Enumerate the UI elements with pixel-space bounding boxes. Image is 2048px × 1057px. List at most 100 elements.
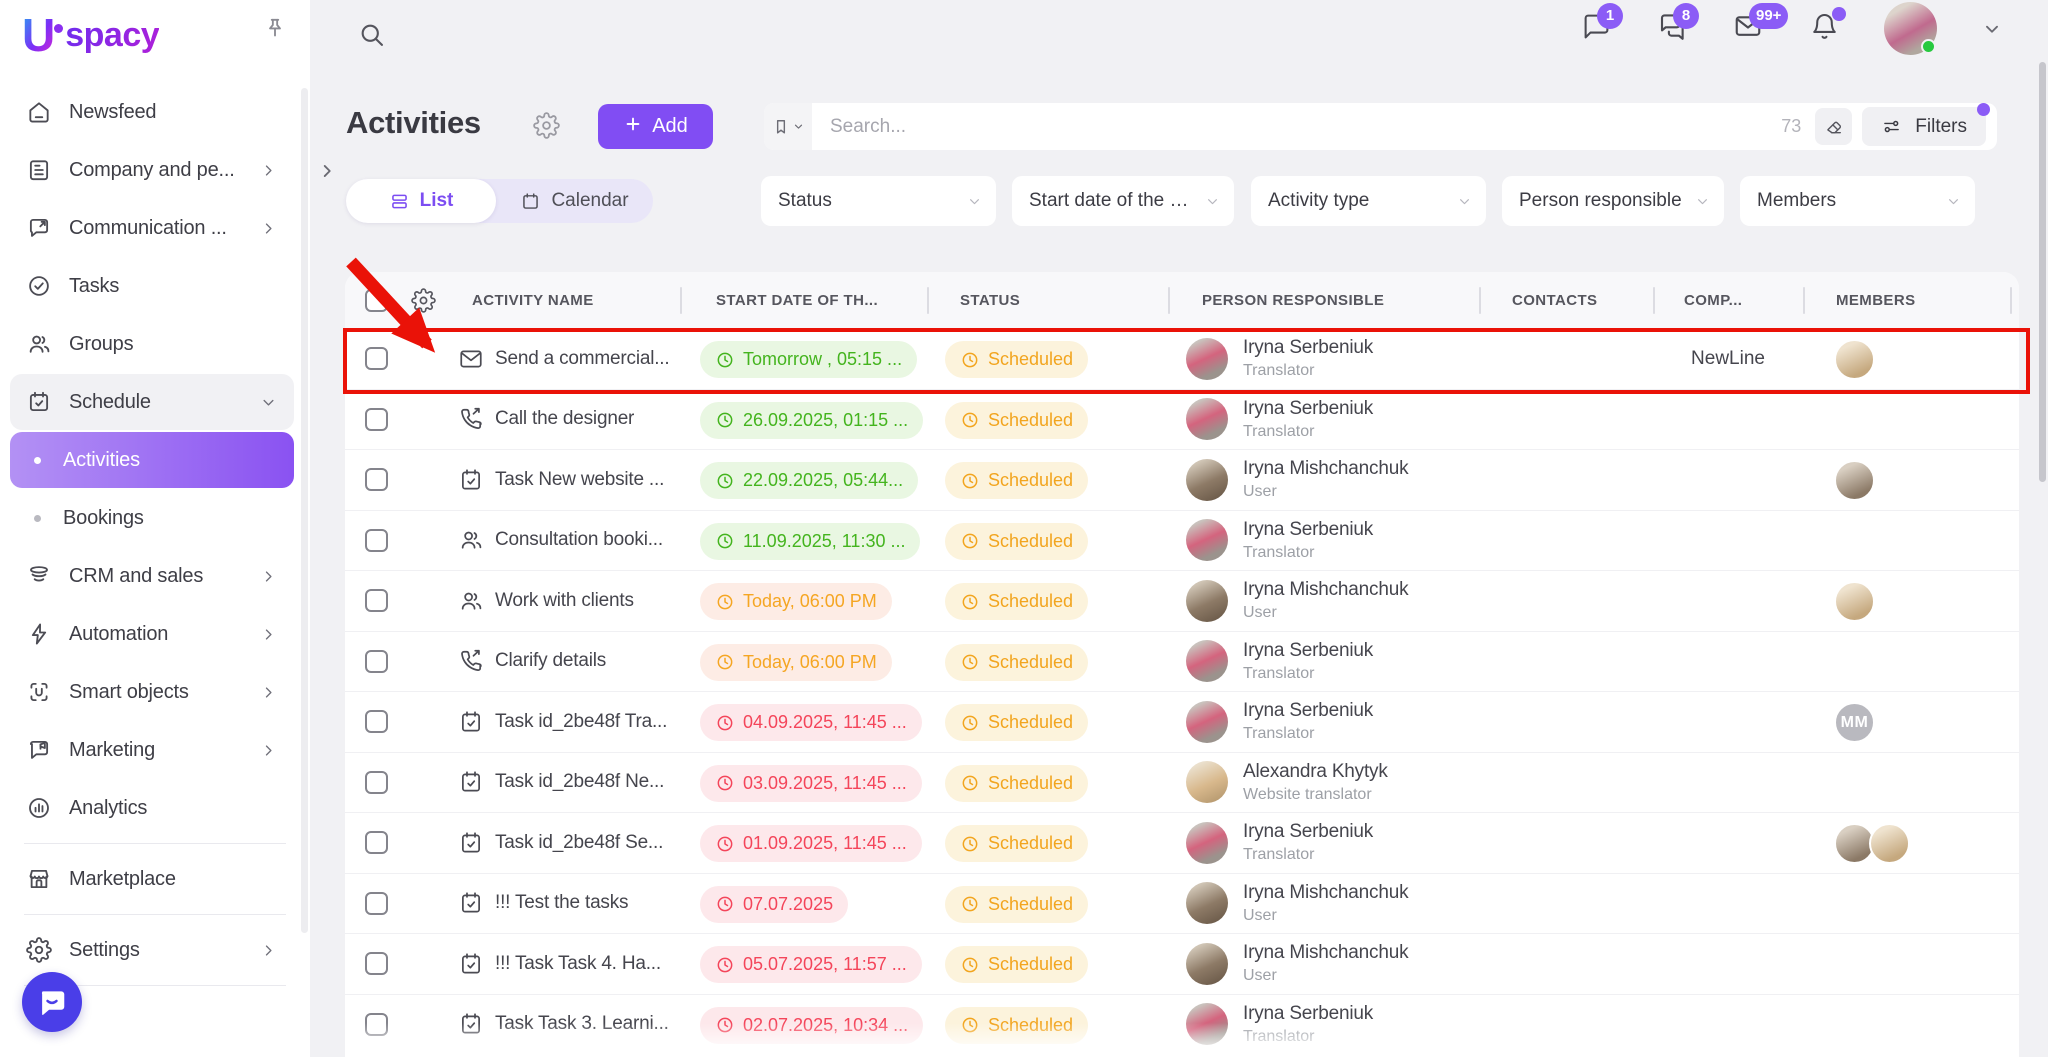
column-divider[interactable] xyxy=(1168,287,1170,314)
activity-name[interactable]: Consultation booki... xyxy=(495,529,663,551)
sidebar-item-settings[interactable]: Settings xyxy=(10,922,294,978)
sidebar-item-groups[interactable]: Groups xyxy=(10,316,294,372)
person-name[interactable]: Iryna Mishchanchuk xyxy=(1243,579,1408,601)
column-header-person[interactable]: PERSON RESPONSIBLE xyxy=(1202,272,1384,329)
column-header-status[interactable]: STATUS xyxy=(960,272,1020,329)
table-row-task-task-3-learni[interactable]: Task Task 3. Learni...02.07.2025, 10:34 … xyxy=(345,995,2019,1056)
select-all-checkbox[interactable] xyxy=(365,289,388,312)
column-header-company[interactable]: COMP... xyxy=(1684,272,1742,329)
person-name[interactable]: Iryna Serbeniuk xyxy=(1243,821,1373,843)
person-name[interactable]: Iryna Mishchanchuk xyxy=(1243,458,1408,480)
table-row-task-id-2be48f-ne[interactable]: Task id_2be48f Ne...03.09.2025, 11:45 ..… xyxy=(345,753,2019,814)
table-settings-gear-icon[interactable] xyxy=(411,288,436,318)
activity-name[interactable]: Task id_2be48f Tra... xyxy=(495,711,667,733)
saved-search-bookmark-icon[interactable] xyxy=(764,103,812,150)
sidebar-item-tasks[interactable]: Tasks xyxy=(10,258,294,314)
page-settings-gear-icon[interactable] xyxy=(533,112,560,144)
row-checkbox[interactable] xyxy=(365,892,388,915)
activity-name[interactable]: Task Task 3. Learni... xyxy=(495,1013,669,1035)
tab-list-view[interactable]: List xyxy=(346,179,496,223)
sidebar-item-activities[interactable]: Activities xyxy=(10,432,294,488)
column-divider[interactable] xyxy=(1479,287,1481,314)
activity-name[interactable]: Task id_2be48f Se... xyxy=(495,832,663,854)
row-checkbox[interactable] xyxy=(365,831,388,854)
row-checkbox[interactable] xyxy=(365,589,388,612)
group-chat-icon[interactable]: 8 xyxy=(1656,13,1688,45)
row-checkbox[interactable] xyxy=(365,529,388,552)
activity-name[interactable]: Call the designer xyxy=(495,408,634,430)
person-name[interactable]: Iryna Serbeniuk xyxy=(1243,1003,1373,1025)
mail-icon[interactable]: 99+ xyxy=(1732,13,1764,45)
search-icon[interactable] xyxy=(358,21,386,54)
sidebar-item-crm-and-sales[interactable]: CRM and sales xyxy=(10,548,294,604)
filter-dropdown-status[interactable]: Status xyxy=(761,176,996,226)
sidebar-expand-icon[interactable] xyxy=(316,160,338,187)
sidebar-item-automation[interactable]: Automation xyxy=(10,606,294,662)
person-name[interactable]: Iryna Serbeniuk xyxy=(1243,640,1373,662)
table-row-consultation-booki[interactable]: Consultation booki...11.09.2025, 11:30 .… xyxy=(345,511,2019,572)
row-checkbox[interactable] xyxy=(365,952,388,975)
tab-calendar-view[interactable]: Calendar xyxy=(496,179,653,223)
filter-dropdown-person-responsible[interactable]: Person responsible xyxy=(1502,176,1724,226)
add-button[interactable]: Add xyxy=(598,104,713,149)
column-divider[interactable] xyxy=(2010,287,2012,314)
support-chat-fab[interactable] xyxy=(22,972,82,1032)
column-header-members[interactable]: MEMBERS xyxy=(1836,272,1915,329)
person-name[interactable]: Iryna Serbeniuk xyxy=(1243,519,1373,541)
table-row-test-the-tasks[interactable]: !!! Test the tasks07.07.2025ScheduledIry… xyxy=(345,874,2019,935)
bell-icon[interactable] xyxy=(1808,13,1840,45)
person-name[interactable]: Iryna Mishchanchuk xyxy=(1243,882,1408,904)
sidebar-item-marketplace[interactable]: Marketplace xyxy=(10,851,294,907)
activity-name[interactable]: !!! Test the tasks xyxy=(495,892,628,914)
column-header-contacts[interactable]: CONTACTS xyxy=(1512,272,1597,329)
pin-sidebar-icon[interactable] xyxy=(262,16,288,47)
row-checkbox[interactable] xyxy=(365,771,388,794)
table-row-task-task-4-ha[interactable]: !!! Task Task 4. Ha...05.07.2025, 11:57 … xyxy=(345,934,2019,995)
column-divider[interactable] xyxy=(1803,287,1805,314)
company-cell[interactable]: NewLine xyxy=(1653,329,1803,389)
filter-dropdown-members[interactable]: Members xyxy=(1740,176,1975,226)
table-row-task-id-2be48f-se[interactable]: Task id_2be48f Se...01.09.2025, 11:45 ..… xyxy=(345,813,2019,874)
column-header-activity[interactable]: ACTIVITY NAME xyxy=(472,272,594,329)
row-checkbox[interactable] xyxy=(365,650,388,673)
sidebar-item-bookings[interactable]: Bookings xyxy=(10,490,294,546)
row-checkbox[interactable] xyxy=(365,468,388,491)
activity-name[interactable]: Work with clients xyxy=(495,590,634,612)
clear-search-eraser-icon[interactable] xyxy=(1815,108,1852,145)
activity-name[interactable]: Task id_2be48f Ne... xyxy=(495,771,664,793)
table-row-send-a-commercial[interactable]: Send a commercial...Tomorrow , 05:15 ...… xyxy=(345,329,2019,390)
table-row-task-id-2be48f-tra[interactable]: Task id_2be48f Tra...04.09.2025, 11:45 .… xyxy=(345,692,2019,753)
filter-dropdown-activity-type[interactable]: Activity type xyxy=(1251,176,1486,226)
person-name[interactable]: Iryna Mishchanchuk xyxy=(1243,942,1408,964)
column-divider[interactable] xyxy=(1653,287,1655,314)
sidebar-scrollbar[interactable] xyxy=(301,88,308,933)
sidebar-item-company-and-pe[interactable]: Company and pe... xyxy=(10,142,294,198)
row-checkbox[interactable] xyxy=(365,1013,388,1036)
filter-dropdown-start-date-of-the-eve[interactable]: Start date of the eve... xyxy=(1012,176,1234,226)
page-scrollbar[interactable] xyxy=(2039,62,2046,482)
sidebar-item-marketing[interactable]: Marketing xyxy=(10,722,294,778)
row-checkbox[interactable] xyxy=(365,347,388,370)
brand-logo[interactable]: Uspacy xyxy=(22,10,292,60)
person-name[interactable]: Iryna Serbeniuk xyxy=(1243,398,1373,420)
table-row-call-the-designer[interactable]: Call the designer26.09.2025, 01:15 ...Sc… xyxy=(345,390,2019,451)
sidebar-item-analytics[interactable]: Analytics xyxy=(10,780,294,836)
activity-name[interactable]: !!! Task Task 4. Ha... xyxy=(495,953,661,975)
filters-button[interactable]: Filters xyxy=(1862,107,1986,146)
person-name[interactable]: Iryna Serbeniuk xyxy=(1243,700,1373,722)
sidebar-item-newsfeed[interactable]: Newsfeed xyxy=(10,84,294,140)
column-divider[interactable] xyxy=(927,287,929,314)
person-name[interactable]: Alexandra Khytyk xyxy=(1243,761,1388,783)
column-header-start-date[interactable]: START DATE OF TH... xyxy=(716,272,878,329)
row-checkbox[interactable] xyxy=(365,710,388,733)
activity-name[interactable]: Clarify details xyxy=(495,650,606,672)
person-name[interactable]: Iryna Serbeniuk xyxy=(1243,337,1373,359)
activity-name[interactable]: Send a commercial... xyxy=(495,348,669,370)
profile-chevron-down-icon[interactable] xyxy=(1981,18,2003,40)
user-avatar[interactable] xyxy=(1884,2,1937,55)
sidebar-item-communication[interactable]: Communication ... xyxy=(10,200,294,256)
table-row-clarify-details[interactable]: Clarify detailsToday, 06:00 PMScheduledI… xyxy=(345,632,2019,693)
table-row-task-new-website[interactable]: Task New website ...22.09.2025, 05:44...… xyxy=(345,450,2019,511)
column-divider[interactable] xyxy=(680,287,682,314)
chat-icon[interactable]: 1 xyxy=(1580,13,1612,45)
